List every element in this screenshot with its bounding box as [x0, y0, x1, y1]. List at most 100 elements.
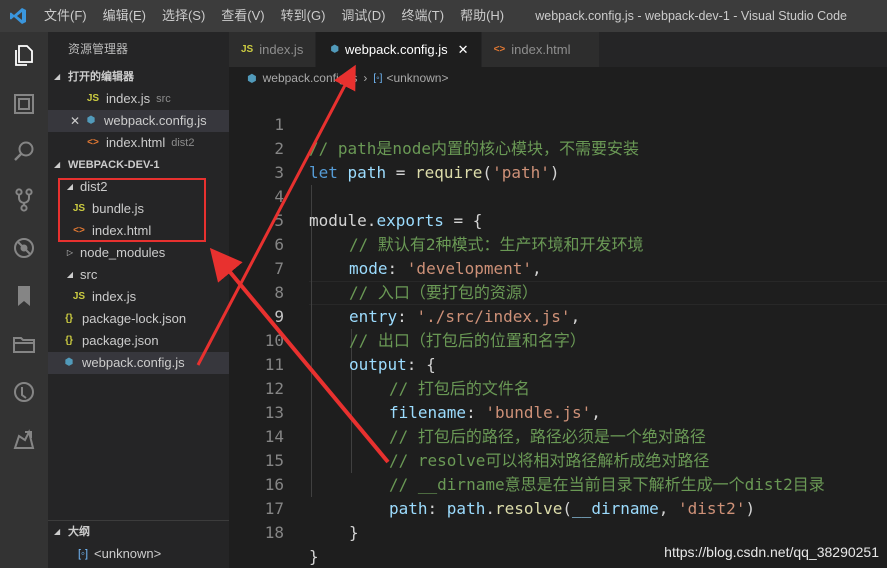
menu-edit[interactable]: 编辑(E)	[95, 0, 154, 32]
open-editor-item[interactable]: JS index.js src	[48, 88, 229, 110]
menu-bar: 文件(F) 编辑(E) 选择(S) 查看(V) 转到(G) 调试(D) 终端(T…	[36, 0, 512, 32]
tree-folder-src[interactable]: ◢ src	[48, 264, 229, 286]
html-file-icon: <>	[87, 137, 99, 148]
json-file-icon: {}	[65, 313, 73, 324]
timeline-icon[interactable]	[0, 368, 48, 416]
file-name: index.js	[92, 289, 137, 304]
menu-file[interactable]: 文件(F)	[36, 0, 95, 32]
code-brace: }	[349, 523, 359, 542]
explorer-icon[interactable]	[0, 32, 48, 80]
window-title: webpack.config.js - webpack-dev-1 - Visu…	[535, 9, 847, 23]
tab-webpack-config[interactable]: ⬢ webpack.config.js ✕	[316, 32, 482, 67]
live-share-icon[interactable]	[0, 416, 48, 464]
code-line: 12 filename: 'bundle.js',	[229, 353, 887, 422]
tab-label: index.html	[511, 42, 571, 57]
chevron-down-icon: ◢	[66, 270, 74, 279]
open-editor-desc: dist2	[171, 137, 195, 149]
outline-item[interactable]: [◦] <unknown>	[48, 543, 229, 565]
open-editor-name: index.js	[106, 91, 151, 106]
project-header[interactable]: ◢ WEBPACK-DEV-1	[48, 154, 229, 176]
breadcrumb-file[interactable]: webpack.config.js	[263, 71, 358, 85]
line-number: 18	[264, 523, 284, 542]
menu-terminal[interactable]: 终端(T)	[393, 0, 452, 32]
source-control-icon[interactable]	[0, 176, 48, 224]
open-editor-desc: src	[156, 93, 171, 105]
html-file-icon: <>	[493, 44, 506, 55]
breadcrumb-symbol[interactable]: <unknown>	[386, 71, 448, 85]
code-line: 3	[229, 137, 887, 182]
file-name: package.json	[82, 333, 159, 348]
chevron-down-icon: ◢	[54, 527, 61, 536]
code-line: 18 }	[229, 497, 887, 566]
outline-label: 大纲	[68, 526, 90, 538]
tab-index-js[interactable]: JS index.js	[229, 32, 317, 67]
tab-index-html[interactable]: <> index.html	[481, 32, 600, 67]
outline-panel: ◢ 大纲 [◦] <unknown>	[48, 520, 229, 568]
folder-name: src	[80, 267, 98, 282]
tab-label: webpack.config.js	[345, 42, 448, 57]
breadcrumb: ⬢ webpack.config.js › [◦] <unknown>	[229, 67, 887, 89]
menu-selection[interactable]: 选择(S)	[154, 0, 213, 32]
tree-file[interactable]: JS index.js	[48, 286, 229, 308]
js-file-icon: JS	[72, 291, 86, 302]
annotation-box	[58, 178, 206, 242]
breadcrumb-separator: ›	[363, 71, 368, 85]
chevron-down-icon: ◢	[54, 72, 61, 81]
close-icon[interactable]: ✕	[458, 42, 469, 58]
menu-debug[interactable]: 调试(D)	[333, 0, 393, 32]
webpack-file-icon: ⬢	[330, 44, 340, 55]
outline-header[interactable]: ◢ 大纲	[48, 521, 229, 543]
code-line: 10 output: {	[229, 305, 887, 374]
open-editors-label: 打开的编辑器	[68, 71, 134, 83]
open-editors-header[interactable]: ◢ 打开的编辑器	[48, 66, 229, 88]
menu-view[interactable]: 查看(V)	[213, 0, 272, 32]
debug-icon[interactable]	[0, 224, 48, 272]
tree-folder-node-modules[interactable]: ▷ node_modules	[48, 242, 229, 264]
chevron-right-icon: ▷	[66, 248, 74, 257]
code-line: 8 entry: './src/index.js',	[229, 257, 887, 326]
code-line: 13 // 打包后的路径，路径必须是一个绝对路径	[229, 377, 887, 446]
search-icon[interactable]	[0, 128, 48, 176]
close-icon[interactable]: ✕	[68, 110, 82, 132]
title-bar: 文件(F) 编辑(E) 选择(S) 查看(V) 转到(G) 调试(D) 终端(T…	[0, 0, 887, 32]
bookmark-icon[interactable]	[0, 272, 48, 320]
open-editor-item[interactable]: ✕ ⬢ webpack.config.js	[48, 110, 229, 132]
menu-help[interactable]: 帮助(H)	[452, 0, 512, 32]
folder-icon[interactable]	[0, 320, 48, 368]
code-line: 11 // 打包后的文件名	[229, 329, 887, 398]
open-editor-item[interactable]: <> index.html dist2	[48, 132, 229, 154]
webpack-file-icon: ⬢	[247, 72, 257, 85]
code-line: 7 // 入口（要打包的资源）	[229, 233, 887, 302]
sidebar-title: 资源管理器	[68, 42, 129, 56]
code-line: 16 path: path.resolve(__dirname, 'dist2'…	[229, 449, 887, 518]
js-file-icon: JS	[86, 93, 100, 104]
json-file-icon: {}	[65, 335, 73, 346]
code-brace: }	[309, 547, 319, 566]
code-line: 15 // __dirname意思是在当前目录下解析生成一个dist2目录	[229, 425, 887, 494]
panels-icon[interactable]	[0, 80, 48, 128]
tree-file[interactable]: {} package.json	[48, 330, 229, 352]
file-name: webpack.config.js	[82, 355, 185, 370]
code-line: 4 module.exports = {	[229, 161, 887, 230]
code-editor[interactable]: 1 // path是node内置的核心模块，不需要安装 2 let path =…	[229, 89, 887, 568]
code-line: 2 let path = require('path')	[229, 113, 887, 182]
activity-bar	[0, 32, 48, 568]
file-name: package-lock.json	[82, 311, 187, 326]
explorer-sidebar: 资源管理器 ◢ 打开的编辑器 JS index.js src ✕ ⬢ webpa…	[48, 32, 229, 568]
tree-file-selected[interactable]: ⬢ webpack.config.js	[48, 352, 229, 374]
folder-name: node_modules	[80, 245, 166, 260]
code-line: 14 // resolve可以将相对路径解析成绝对路径	[229, 401, 887, 470]
tree-file[interactable]: {} package-lock.json	[48, 308, 229, 330]
open-editor-name: index.html	[106, 135, 166, 150]
editor-tabs: JS index.js ⬢ webpack.config.js ✕ <> ind…	[229, 32, 887, 67]
watermark: https://blog.csdn.net/qq_38290251	[664, 544, 879, 560]
code-line: 1 // path是node内置的核心模块，不需要安装	[229, 89, 887, 158]
tab-label: index.js	[259, 42, 304, 57]
webpack-file-icon: ⬢	[64, 357, 74, 368]
symbol-icon: [◦]	[78, 548, 89, 560]
code-line: 5 // 默认有2种模式：生产环境和开发环境	[229, 185, 887, 254]
menu-go[interactable]: 转到(G)	[273, 0, 334, 32]
js-file-icon: JS	[241, 44, 254, 55]
code-line-current: 9 // 出口（打包后的位置和名字）	[229, 281, 887, 350]
project-label: WEBPACK-DEV-1	[68, 159, 160, 171]
